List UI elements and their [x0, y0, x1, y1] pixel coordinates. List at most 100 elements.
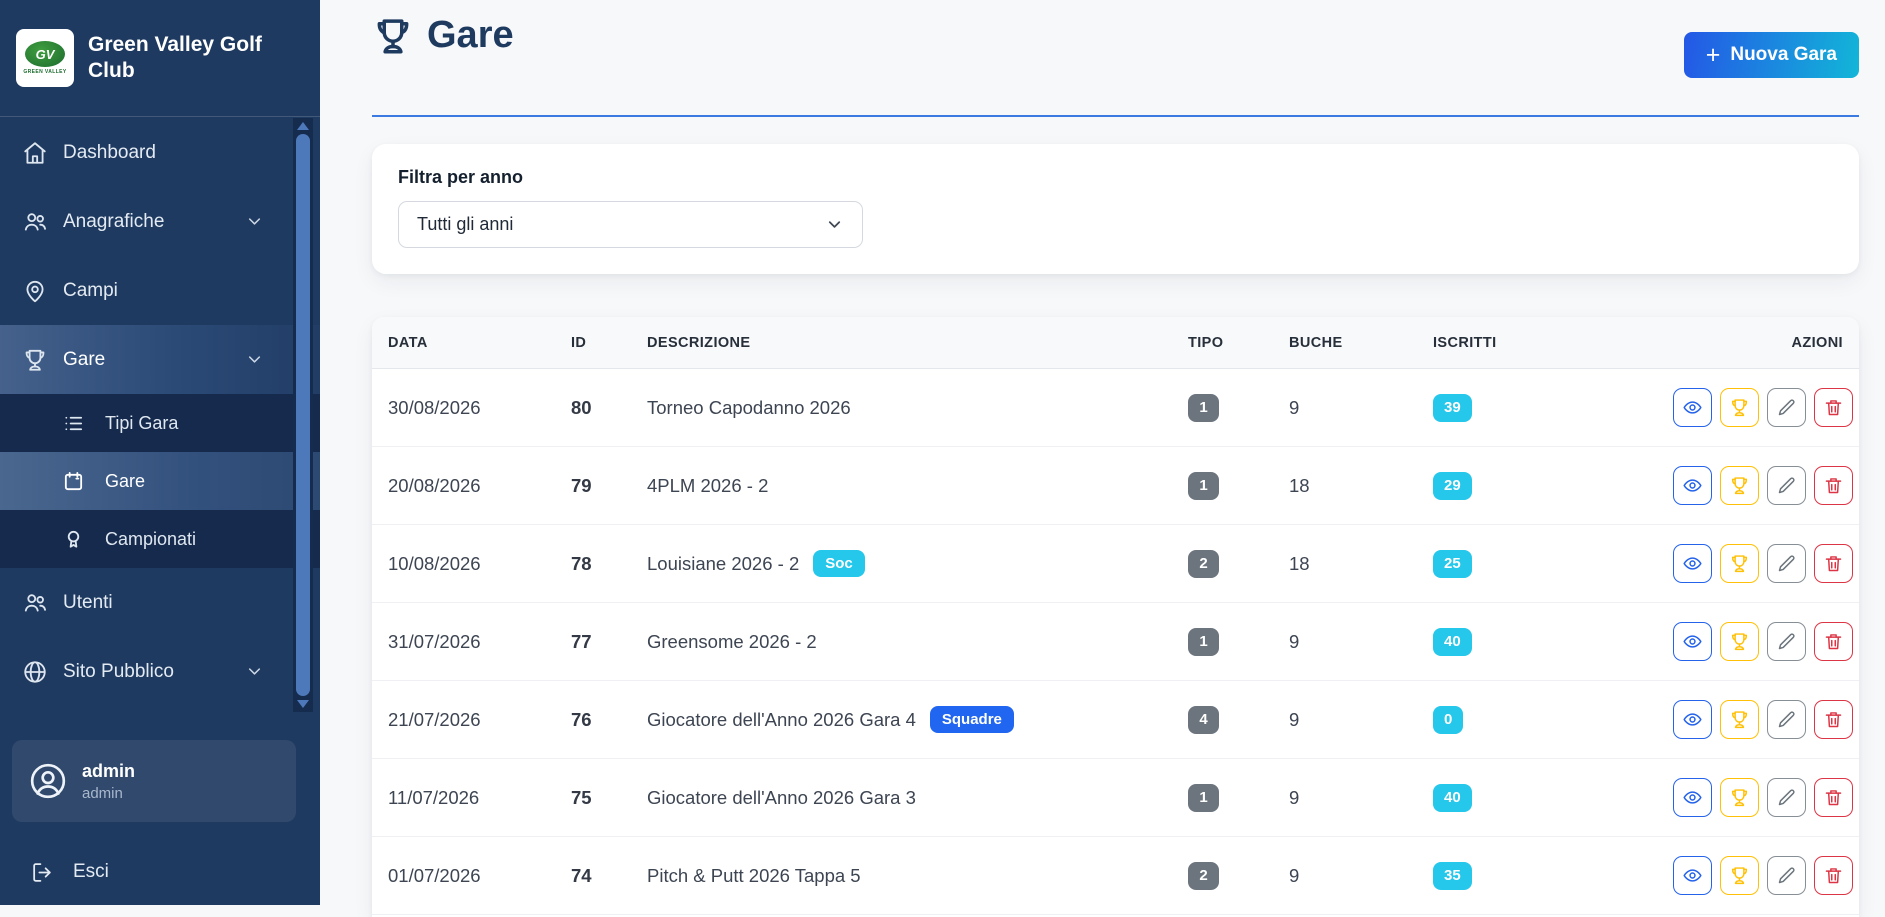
sidebar-item-campi[interactable]: Campi	[0, 256, 320, 325]
pencil-icon	[1776, 865, 1797, 886]
delete-button[interactable]	[1814, 544, 1853, 583]
iscritti-badge: 0	[1433, 706, 1463, 734]
edit-button[interactable]	[1767, 856, 1806, 895]
eye-icon	[1682, 865, 1703, 886]
sidebar-scrollbar[interactable]	[293, 118, 313, 712]
sidebar-item-dashboard[interactable]: Dashboard	[0, 118, 320, 187]
cell-iscritti: 35	[1433, 862, 1673, 890]
chevron-down-icon	[245, 212, 264, 231]
delete-button[interactable]	[1814, 622, 1853, 661]
results-button[interactable]	[1720, 622, 1759, 661]
scroll-up-arrow[interactable]	[297, 122, 309, 130]
edit-button[interactable]	[1767, 466, 1806, 505]
view-button[interactable]	[1673, 778, 1712, 817]
cell-id: 78	[571, 553, 647, 575]
view-button[interactable]	[1673, 700, 1712, 739]
scrollbar-thumb[interactable]	[296, 134, 310, 696]
gare-submenu: Tipi Gara Gare Campionati	[0, 394, 320, 568]
iscritti-badge: 39	[1433, 394, 1472, 422]
view-button[interactable]	[1673, 622, 1712, 661]
edit-button[interactable]	[1767, 700, 1806, 739]
cell-tipo: 1	[1188, 628, 1289, 656]
edit-button[interactable]	[1767, 778, 1806, 817]
view-button[interactable]	[1673, 544, 1712, 583]
results-button[interactable]	[1720, 778, 1759, 817]
cell-buche: 18	[1289, 553, 1433, 575]
chevron-down-icon	[245, 662, 264, 681]
users-icon	[22, 209, 48, 235]
column-header-tipo: TIPO	[1188, 335, 1289, 351]
sidebar-item-gare[interactable]: Gare	[0, 325, 320, 394]
delete-button[interactable]	[1814, 466, 1853, 505]
pencil-icon	[1776, 631, 1797, 652]
delete-button[interactable]	[1814, 856, 1853, 895]
list-icon	[62, 412, 85, 435]
trophy-icon	[1729, 865, 1750, 886]
nuova-gara-button[interactable]: + Nuova Gara	[1684, 32, 1859, 78]
cell-iscritti: 25	[1433, 550, 1673, 578]
sidebar-item-anagrafiche[interactable]: Anagrafiche	[0, 187, 320, 256]
view-button[interactable]	[1673, 388, 1712, 427]
sidebar-item-utenti[interactable]: Utenti	[0, 568, 320, 637]
delete-button[interactable]	[1814, 700, 1853, 739]
club-name: Green Valley Golf Club	[88, 32, 304, 85]
cell-id: 74	[571, 865, 647, 887]
results-button[interactable]	[1720, 856, 1759, 895]
eye-icon	[1682, 475, 1703, 496]
sidebar-item-label: Campionati	[105, 529, 196, 550]
column-header-azioni: AZIONI	[1673, 335, 1843, 351]
results-button[interactable]	[1720, 700, 1759, 739]
scroll-down-arrow[interactable]	[297, 700, 309, 708]
gara-description: Louisiane 2026 - 2	[647, 553, 799, 575]
logout-button[interactable]: Esci	[0, 846, 320, 898]
user-card[interactable]: admin admin	[12, 740, 296, 822]
sidebar-item-tipi-gara[interactable]: Tipi Gara	[0, 394, 320, 452]
results-button[interactable]	[1720, 388, 1759, 427]
edit-button[interactable]	[1767, 622, 1806, 661]
cell-tipo: 1	[1188, 472, 1289, 500]
tipo-badge: 4	[1188, 706, 1219, 734]
year-filter-select[interactable]: Tutti gli anni	[398, 201, 863, 248]
sidebar: GV GREEN VALLEY Green Valley Golf Club D…	[0, 0, 320, 905]
tipo-badge: 1	[1188, 784, 1219, 812]
tipo-badge: 1	[1188, 472, 1219, 500]
trash-icon	[1823, 865, 1844, 886]
sidebar-item-sito-pubblico[interactable]: Sito Pubblico	[0, 637, 320, 706]
results-button[interactable]	[1720, 544, 1759, 583]
delete-button[interactable]	[1814, 388, 1853, 427]
edit-button[interactable]	[1767, 544, 1806, 583]
trash-icon	[1823, 631, 1844, 652]
pencil-icon	[1776, 553, 1797, 574]
results-button[interactable]	[1720, 466, 1759, 505]
plus-icon: +	[1706, 43, 1721, 68]
main-content: Gare + Nuova Gara Filtra per anno Tutti …	[320, 0, 1885, 905]
edit-button[interactable]	[1767, 388, 1806, 427]
gara-description: Greensome 2026 - 2	[647, 631, 817, 653]
eye-icon	[1682, 787, 1703, 808]
table-row: 20/08/2026 79 4PLM 2026 - 2 1 18 29	[372, 447, 1859, 525]
cell-iscritti: 29	[1433, 472, 1673, 500]
eye-icon	[1682, 553, 1703, 574]
cell-tipo: 1	[1188, 784, 1289, 812]
sidebar-item-gare-sub[interactable]: Gare	[0, 452, 320, 510]
user-role: admin	[82, 785, 135, 802]
gara-description: Pitch & Putt 2026 Tappa 5	[647, 865, 861, 887]
delete-button[interactable]	[1814, 778, 1853, 817]
cell-descrizione: Greensome 2026 - 2	[647, 631, 1188, 653]
nuova-gara-label: Nuova Gara	[1730, 44, 1837, 66]
cell-id: 76	[571, 709, 647, 731]
cell-iscritti: 39	[1433, 394, 1673, 422]
cell-azioni	[1673, 622, 1853, 661]
sidebar-item-campionati[interactable]: Campionati	[0, 510, 320, 568]
cell-tipo: 1	[1188, 394, 1289, 422]
cell-data: 30/08/2026	[388, 397, 571, 419]
sidebar-item-label: Gare	[63, 349, 105, 371]
cell-data: 21/07/2026	[388, 709, 571, 731]
cell-descrizione: Louisiane 2026 - 2 Soc	[647, 550, 1188, 577]
view-button[interactable]	[1673, 466, 1712, 505]
cell-azioni	[1673, 856, 1853, 895]
cell-descrizione: Giocatore dell'Anno 2026 Gara 3	[647, 787, 1188, 809]
cell-buche: 9	[1289, 865, 1433, 887]
view-button[interactable]	[1673, 856, 1712, 895]
tipo-badge: 1	[1188, 628, 1219, 656]
